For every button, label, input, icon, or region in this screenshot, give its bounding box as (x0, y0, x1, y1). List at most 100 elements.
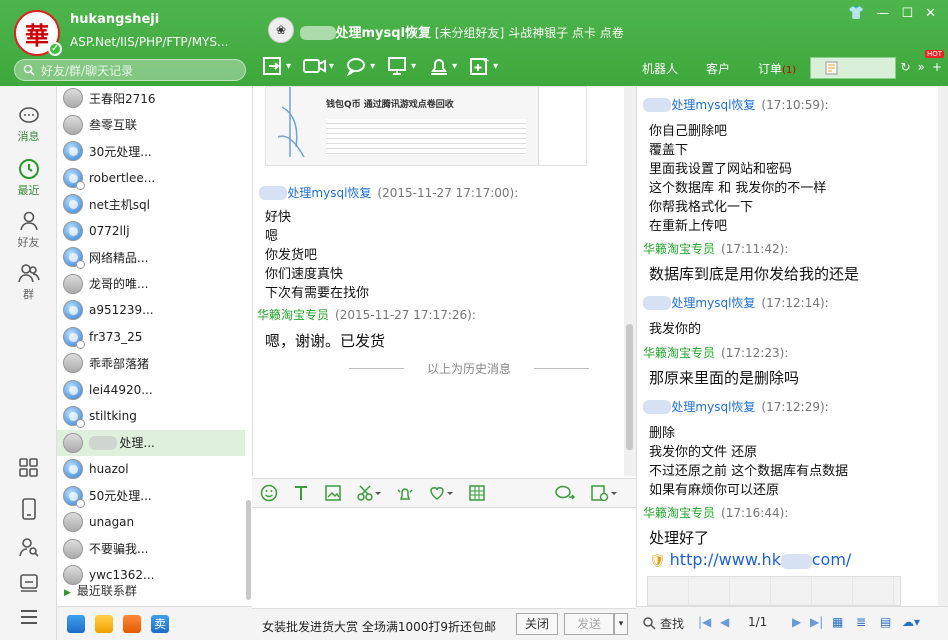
contact-scrollbar[interactable] (246, 500, 251, 600)
screenshot-thumbnail[interactable] (647, 576, 901, 606)
mobile-button[interactable] (0, 498, 57, 522)
contact-group: [未分组好友] (434, 26, 505, 40)
app-icon-1[interactable] (67, 614, 85, 633)
sender-name[interactable]: 华籁淘宝专员 (257, 308, 329, 322)
undo-icon[interactable]: ↻ (901, 60, 911, 74)
tab-notes[interactable] (810, 57, 897, 79)
chat-bubble-button[interactable]: ▾ (346, 56, 375, 76)
sender-name[interactable]: 处理mysql恢复 (671, 98, 755, 112)
forward-icon[interactable]: » (918, 60, 925, 74)
contact-item[interactable]: robertlee... (57, 165, 245, 191)
service-button[interactable] (0, 572, 57, 596)
right-tabs: 机器人 客户 订单(1) (628, 56, 897, 80)
minimize-icon[interactable]: — (876, 6, 889, 21)
history-link[interactable]: 🛡 http://www.hkxxxxcom/ (649, 550, 851, 569)
nav-messages[interactable]: 消息 (0, 106, 57, 144)
screenshot-icon[interactable] (356, 484, 382, 502)
contact-item[interactable]: xxxx处理... (57, 429, 245, 456)
ad-text[interactable]: 女装批发进货大赏 全场满1000打9折还包邮 (262, 618, 496, 635)
nav-recent[interactable]: 最近 (0, 158, 57, 198)
chat-contact-avatar[interactable]: ❀ (268, 17, 294, 43)
history-record-icon[interactable] (590, 484, 618, 502)
video-call-button[interactable]: ▾ (303, 56, 334, 76)
sender-name[interactable]: 处理mysql恢复 (287, 186, 371, 200)
contact-item[interactable]: unagan (57, 509, 245, 535)
export-icon[interactable]: ▤ (880, 615, 891, 629)
avatar[interactable]: 華 ✓ (14, 10, 62, 56)
link-text[interactable]: http://www.hk (670, 550, 781, 569)
contact-item[interactable]: 乖乖部落猪 (57, 350, 245, 376)
shop-icon[interactable] (123, 614, 141, 633)
list-view-icon[interactable]: ≣ (856, 615, 866, 629)
font-icon[interactable] (292, 484, 310, 502)
shake-icon[interactable] (396, 484, 414, 502)
close-button[interactable]: 关闭 (516, 613, 558, 635)
blurred-name: xxxx (643, 296, 672, 310)
image-icon[interactable] (324, 484, 342, 502)
add-app-button[interactable]: ▾ (469, 56, 498, 76)
image-preview[interactable]: 钱包Q币 通过腾讯游戏点卷回收 (265, 86, 587, 166)
next-page-icon[interactable]: ▶ (792, 615, 801, 629)
nav-groups[interactable]: 群 (0, 262, 57, 302)
cloud-icon[interactable]: ☁▾ (902, 615, 920, 629)
contact-item[interactable]: huazol (57, 456, 245, 482)
message-input[interactable] (252, 508, 636, 608)
quick-reply-icon[interactable] (554, 484, 576, 502)
signature[interactable]: ASP.Net/IIS/PHP/FTP/MYS... (70, 35, 240, 49)
sell-icon[interactable]: 卖 (151, 614, 169, 633)
tab-robot[interactable]: 机器人 (628, 60, 692, 77)
contact-item[interactable]: 王春阳2716 (57, 86, 245, 111)
contact-item[interactable]: lei44920... (57, 377, 245, 403)
recent-groups[interactable]: ▶ 最近联系群 (64, 582, 137, 599)
emoji-icon[interactable] (260, 484, 278, 502)
main-menu-button[interactable] (0, 608, 57, 628)
contact-item[interactable]: 网络精品... (57, 244, 245, 270)
sender-name[interactable]: 华籁淘宝专员 (643, 242, 715, 256)
search-input[interactable]: 好友/群/聊天记录 (14, 59, 246, 81)
apps-grid-button[interactable] (0, 458, 57, 480)
contact-item[interactable]: 0772llj (57, 218, 245, 244)
username[interactable]: hukangsheji (70, 12, 159, 27)
contact-item[interactable]: net主机sql (57, 191, 245, 217)
sender-name[interactable]: 华籁淘宝专员 (643, 346, 715, 360)
prev-page-icon[interactable]: ◀ (720, 615, 729, 629)
tab-customer[interactable]: 客户 (692, 60, 744, 77)
contact-item[interactable]: 50元处理... (57, 483, 245, 509)
skin-icon[interactable]: 👕 (848, 6, 864, 21)
maximize-icon[interactable]: ☐ (901, 6, 913, 21)
sender-name[interactable]: 华籁淘宝专员 (643, 506, 715, 520)
screen-share-button[interactable]: ▾ (387, 56, 416, 76)
tab-order[interactable]: 订单(1) (744, 60, 810, 77)
sender-name[interactable]: 处理mysql恢复 (671, 400, 755, 414)
chat-scrollbar-thumb[interactable] (626, 324, 633, 450)
chat-title[interactable]: xxxxx处理mysql恢复 [未分组好友] 斗战神银子 点卡 点卷 (300, 22, 624, 41)
calendar-icon[interactable]: ▦ (832, 615, 843, 629)
sender-name[interactable]: 处理mysql恢复 (671, 296, 755, 310)
transfer-file-button[interactable]: ▾ (262, 56, 291, 76)
contact-item[interactable]: 龙哥的唯... (57, 271, 245, 297)
link-tail[interactable]: com/ (812, 550, 852, 569)
first-page-icon[interactable]: |◀ (698, 615, 711, 629)
send-button[interactable]: 发送 (564, 613, 614, 635)
nav-friends[interactable]: 好友 (0, 210, 57, 250)
close-icon[interactable]: ✕ (925, 6, 936, 21)
contact-item[interactable]: 不要骗我... (57, 536, 245, 562)
contact-item[interactable]: stiltking (57, 403, 245, 429)
history-search-label[interactable]: 查找 (660, 615, 684, 632)
send-options-button[interactable]: ▾ (614, 613, 628, 635)
last-page-icon[interactable]: ▶| (810, 615, 823, 629)
contact-item[interactable]: 30元处理... (57, 138, 245, 164)
history-scrollbar[interactable] (938, 86, 948, 606)
contact-item[interactable]: 叁零互联 (57, 112, 245, 138)
chat-scrollbar[interactable] (624, 86, 636, 476)
search-icon[interactable] (642, 616, 656, 630)
add-tab-icon[interactable]: + (932, 60, 942, 74)
app-icon-2[interactable] (95, 614, 113, 633)
contact-search-button[interactable] (0, 536, 57, 560)
contact-item[interactable]: fr373_25 (57, 324, 245, 350)
contact-item[interactable]: a951239... (57, 297, 245, 323)
menu-icon (20, 610, 37, 624)
heart-icon[interactable] (428, 484, 454, 502)
remote-assist-button[interactable]: ▾ (428, 56, 457, 76)
table-icon[interactable] (468, 484, 486, 502)
